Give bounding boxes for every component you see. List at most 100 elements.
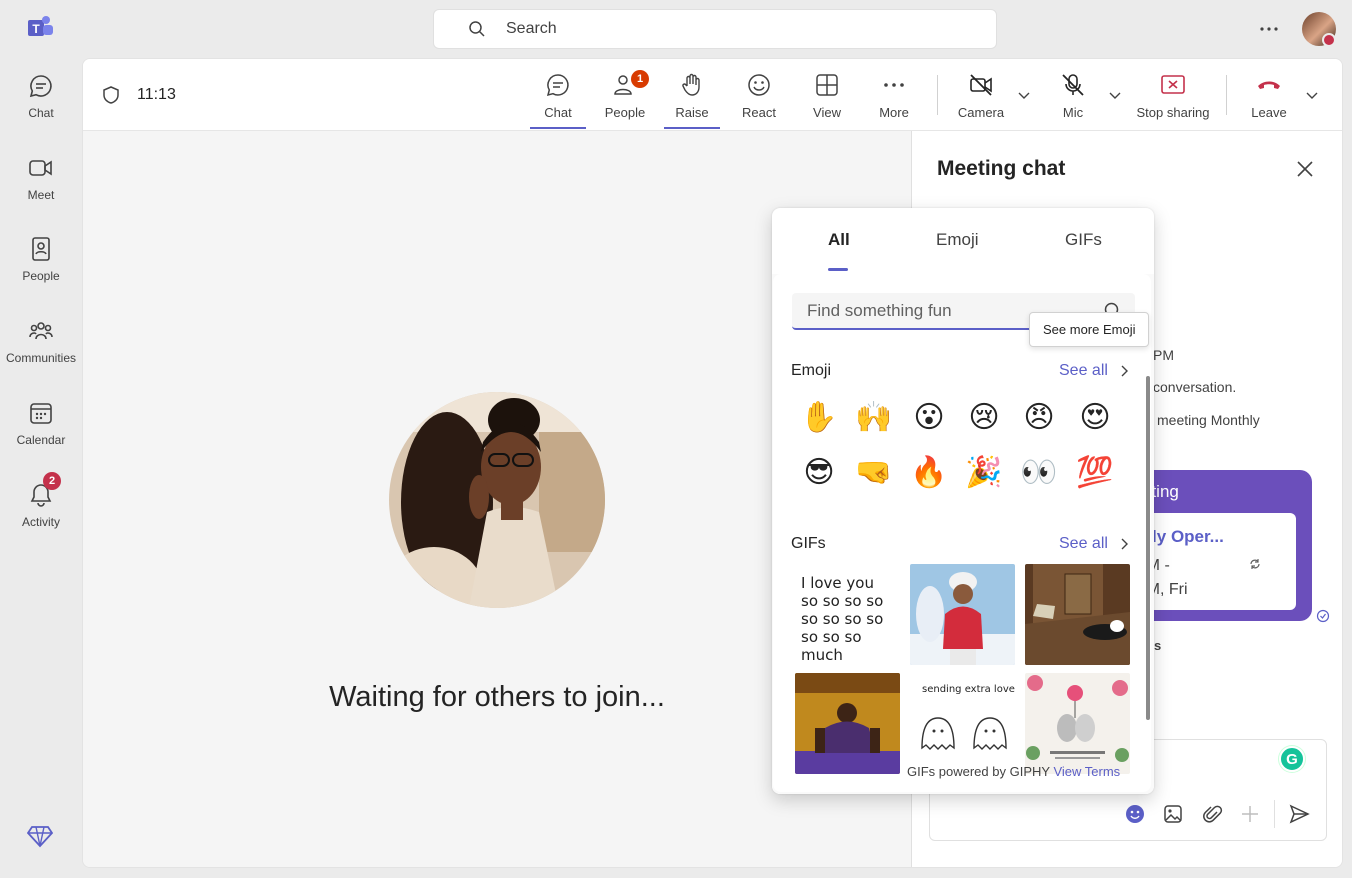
toolbar-people-label: People bbox=[604, 105, 646, 120]
mic-options-chevron-icon[interactable] bbox=[1107, 87, 1123, 103]
seen-check-icon bbox=[1316, 609, 1330, 623]
gif-bears-balloon[interactable] bbox=[1025, 673, 1130, 774]
emoji-option[interactable]: 👀 bbox=[1019, 453, 1059, 493]
emoji-gif-picker: All Emoji GIFs See more Emoji Emoji See … bbox=[772, 208, 1154, 794]
toolbar-camera-label: Camera bbox=[957, 105, 1005, 120]
gifs-see-all-link[interactable]: See all bbox=[1059, 535, 1131, 553]
emoji-option[interactable]: 😮 bbox=[909, 398, 949, 438]
toolbar-raise-label: Raise bbox=[675, 105, 709, 120]
giphy-footer-text: GIFs powered by GIPHY bbox=[907, 764, 1050, 779]
emoji-see-all-link[interactable]: See all bbox=[1059, 362, 1131, 380]
gif-basketball-player[interactable] bbox=[795, 673, 900, 774]
grammarly-icon[interactable]: G bbox=[1279, 746, 1305, 772]
rail-item-calendar[interactable]: Calendar bbox=[0, 385, 82, 455]
rail-label-chat: Chat bbox=[28, 106, 54, 120]
toolbar-mic-button[interactable]: Mic bbox=[1053, 59, 1093, 131]
stop-sharing-icon bbox=[1161, 75, 1185, 94]
image-icon[interactable] bbox=[1162, 803, 1184, 825]
teams-logo-icon[interactable]: T bbox=[26, 14, 54, 42]
toolbar-chat-button[interactable]: Chat bbox=[530, 59, 586, 131]
smiley-icon bbox=[748, 74, 770, 96]
shield-icon[interactable] bbox=[101, 85, 121, 105]
chevron-right-icon bbox=[1121, 365, 1128, 377]
rail-label-communities: Communities bbox=[5, 351, 77, 365]
contact-book-icon bbox=[32, 237, 50, 261]
toolbar-camera-button[interactable]: Camera bbox=[951, 59, 1011, 131]
compose-divider bbox=[1274, 800, 1275, 828]
search-icon bbox=[469, 21, 485, 37]
global-search-box[interactable]: Search bbox=[433, 9, 997, 49]
gif-sending-love[interactable]: sending extra love! bbox=[910, 673, 1015, 774]
emoji-option[interactable]: 🤜 bbox=[854, 453, 894, 493]
rail-item-chat[interactable]: Chat bbox=[0, 58, 82, 128]
presence-busy-icon bbox=[1322, 33, 1336, 47]
picker-tab-all[interactable]: All bbox=[828, 230, 850, 250]
participant-photo bbox=[389, 392, 605, 608]
emoji-option[interactable]: 😠 bbox=[1019, 398, 1059, 438]
recurring-icon bbox=[1250, 559, 1260, 569]
gif-snow-woman[interactable] bbox=[910, 564, 1015, 665]
emoji-icon[interactable] bbox=[1124, 803, 1146, 825]
rail-label-meet: Meet bbox=[27, 188, 55, 202]
toolbar-divider bbox=[937, 75, 938, 115]
picker-scrollbar[interactable] bbox=[1146, 376, 1150, 720]
rail-item-people[interactable]: People bbox=[0, 221, 82, 291]
send-icon[interactable] bbox=[1288, 803, 1310, 825]
toolbar-chat-label: Chat bbox=[544, 105, 572, 120]
toolbar-stop-sharing-button[interactable]: Stop sharing bbox=[1135, 59, 1211, 131]
chevron-right-icon bbox=[1121, 538, 1128, 550]
camera-options-chevron-icon[interactable] bbox=[1016, 87, 1032, 103]
giphy-footer: GIFs powered by GIPHY View Terms bbox=[907, 764, 1120, 779]
gif-love-you-text: I love you so so so so so so so so so so… bbox=[801, 574, 884, 664]
emoji-option[interactable]: 😢 bbox=[964, 398, 1004, 438]
emoji-section-title: Emoji bbox=[791, 362, 832, 379]
meeting-chat-title: Meeting chat bbox=[937, 157, 1066, 180]
toolbar-divider bbox=[1226, 75, 1227, 115]
view-terms-link[interactable]: View Terms bbox=[1053, 764, 1120, 779]
picker-tab-indicator bbox=[828, 268, 848, 271]
emoji-option[interactable]: 🙌 bbox=[854, 398, 894, 438]
picker-tab-emoji[interactable]: Emoji bbox=[936, 230, 979, 250]
hang-up-icon bbox=[1258, 81, 1280, 89]
chat-message-fragment: conversation. bbox=[1153, 379, 1237, 395]
chat-message-fragment: PM bbox=[1153, 347, 1174, 363]
emoji-option[interactable]: 😎 bbox=[799, 453, 839, 493]
toolbar-more-button[interactable]: More bbox=[869, 59, 919, 131]
activity-badge: 2 bbox=[43, 472, 61, 490]
premium-diamond-icon[interactable] bbox=[27, 823, 53, 849]
rail-item-communities[interactable]: Communities bbox=[0, 303, 82, 373]
gif-cartoon-room[interactable] bbox=[1025, 564, 1130, 665]
mic-off-icon bbox=[1062, 74, 1084, 96]
close-icon[interactable] bbox=[1295, 159, 1315, 179]
toolbar-view-button[interactable]: View bbox=[802, 59, 852, 131]
emoji-option[interactable]: ✋ bbox=[799, 398, 839, 438]
meeting-timer: 11:13 bbox=[137, 86, 176, 103]
picker-body: See more Emoji Emoji See all ✋ 🙌 😮 😢 😠 😍 😎 🤜 🔥 🎉 👀… bbox=[772, 274, 1154, 794]
grid-view-icon bbox=[816, 74, 838, 96]
emoji-option[interactable]: 🔥 bbox=[909, 453, 949, 493]
svg-text:T: T bbox=[32, 22, 40, 36]
more-horizontal-icon bbox=[884, 83, 904, 87]
toolbar-react-button[interactable]: React bbox=[734, 59, 784, 131]
picker-tab-gifs[interactable]: GIFs bbox=[1065, 230, 1102, 250]
emoji-option[interactable]: 💯 bbox=[1075, 453, 1115, 493]
toolbar-leave-button[interactable]: Leave bbox=[1245, 59, 1293, 131]
gif-love-you[interactable]: I love you so so so so so so so so so so… bbox=[795, 564, 900, 665]
toolbar-stop-sharing-label: Stop sharing bbox=[1136, 105, 1210, 120]
attach-icon[interactable] bbox=[1201, 803, 1223, 825]
camera-off-icon bbox=[970, 74, 992, 96]
chat-message-fragment: meeting Monthly bbox=[1157, 412, 1260, 428]
gifs-see-all-label: See all bbox=[1059, 535, 1108, 552]
add-icon[interactable] bbox=[1239, 803, 1261, 825]
rail-item-activity[interactable]: Activity bbox=[0, 467, 82, 537]
rail-item-meet[interactable]: Meet bbox=[0, 140, 82, 210]
toolbar-raise-button[interactable]: Raise bbox=[664, 59, 720, 131]
leave-options-chevron-icon[interactable] bbox=[1304, 87, 1320, 103]
toolbar-mic-label: Mic bbox=[1062, 105, 1084, 120]
rail-label-people: People bbox=[22, 269, 60, 283]
emoji-option[interactable]: 😍 bbox=[1075, 398, 1115, 438]
toolbar-people-button[interactable]: People bbox=[598, 59, 652, 131]
toolbar-more-label: More bbox=[879, 105, 909, 120]
emoji-option[interactable]: 🎉 bbox=[964, 453, 1004, 493]
more-options-icon[interactable] bbox=[1258, 18, 1280, 40]
